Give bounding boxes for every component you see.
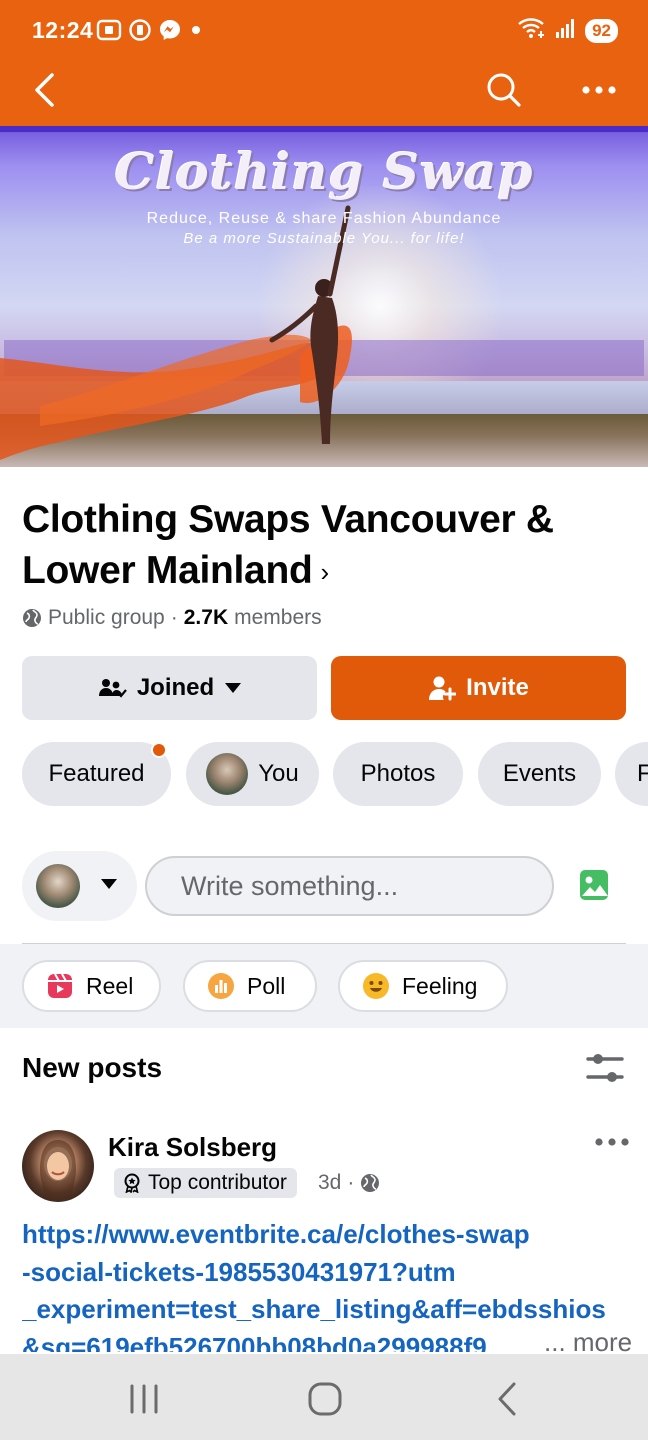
battery-icon: 92 [585,18,618,43]
composer-profile-switcher[interactable] [22,851,137,921]
signal-icon [555,16,577,45]
post-link-line: https://www.eventbrite.ca/e/clothes-swap [22,1219,530,1249]
post-time-text: 3d [318,1171,342,1194]
member-count: 2.7K [183,606,229,629]
wifi-icon [517,16,547,45]
feeling-label: Feeling [402,972,478,999]
reel-label: Reel [86,972,134,999]
system-nav-bar [0,1354,648,1440]
cover-photo[interactable]: Clothing Swap Reduce, Reuse & share Fash… [0,126,648,467]
avatar [36,864,80,908]
post-timestamp[interactable]: 3d · [318,1171,380,1195]
avatar [206,753,249,795]
reel-button[interactable]: Reel [22,960,161,1012]
meta-separator: · [347,1171,355,1194]
status-bar: 12:24 92 [0,0,648,60]
home-icon[interactable] [306,1380,344,1418]
back-arrow-icon [35,73,54,107]
tab-more-partial[interactable]: F [615,742,648,806]
notification-dot [151,742,167,758]
screenshot-icon [96,18,122,42]
add-person-icon [429,676,457,701]
cover-tagline: Be a more Sustainable You... for life! [183,230,465,247]
write-something-input[interactable]: Write something... [145,856,554,916]
group-name-text: Clothing Swaps Vancouver & Lower Mainlan… [22,498,554,592]
post-link-line: -social-tickets-1985530431971?utm [22,1256,456,1287]
top-contributor-badge: Top contributor [114,1168,297,1198]
messenger-icon [158,18,182,42]
search-icon [487,73,521,107]
tab-events-label: Events [502,760,577,787]
section-title: New posts [22,1052,163,1083]
invite-label: Invite [466,674,529,701]
globe-icon [23,609,41,627]
tab-featured[interactable]: Featured [22,742,171,806]
more-icon [582,86,616,94]
invite-button[interactable]: Invite [331,656,626,720]
cover-title: Clothing Swap [114,142,534,201]
tab-you[interactable]: You [186,742,319,806]
post-more-icon[interactable] [592,1130,632,1154]
award-icon [124,1173,140,1193]
photo-icon[interactable] [578,866,610,904]
tab-partial-label: F [637,760,648,787]
chevron-right-icon: › [320,557,330,588]
poll-icon [208,973,234,999]
joined-label: Joined [136,674,215,701]
meta-separator: · [170,606,178,629]
joined-button[interactable]: Joined [22,656,317,720]
composer-shortcuts: Reel Poll Feeling [0,944,648,1028]
group-privacy: Public group [48,606,165,629]
caret-down-icon [225,683,242,693]
reel-icon [48,973,72,998]
cover-subtitle: Reduce, Reuse & share Fashion Abundance [146,210,502,227]
filter-icon[interactable] [584,1050,626,1086]
globe-icon [361,1174,380,1192]
poll-button[interactable]: Poll [183,960,317,1012]
status-time: 12:24 [32,17,94,43]
app-bar [0,60,648,126]
status-notification-icons [96,18,204,42]
back-icon[interactable] [492,1380,522,1418]
post-link-line: _experiment=test_share_listing&aff=ebdss… [22,1294,606,1324]
group-members-icon [98,679,127,698]
group-name[interactable]: Clothing Swaps Vancouver & Lower Mainlan… [22,494,622,598]
group-meta: Public group · 2.7K members [22,606,322,630]
members-label: members [234,606,322,629]
status-system-icons: 92 [517,16,618,45]
tab-events[interactable]: Events [478,742,601,806]
feeling-button[interactable]: Feeling [338,960,508,1012]
recent-apps-icon[interactable] [124,1382,164,1416]
tab-photos-label: Photos [360,760,436,787]
badge-label: Top contributor [148,1171,287,1194]
poll-label: Poll [247,972,286,999]
search-button[interactable] [482,68,526,112]
tab-photos[interactable]: Photos [333,742,463,806]
data-saver-icon [128,18,152,42]
dot-icon [188,18,204,42]
avatar[interactable] [22,1130,94,1202]
more-options-button[interactable] [574,68,624,112]
caret-down-icon [101,879,117,889]
group-tabs: Featured You Photos Events F [22,742,648,806]
tab-featured-label: Featured [48,760,145,787]
feeling-icon [363,973,389,999]
back-button[interactable] [24,68,64,112]
post-author[interactable]: Kira Solsberg [108,1132,277,1163]
tab-you-label: You [258,760,299,787]
